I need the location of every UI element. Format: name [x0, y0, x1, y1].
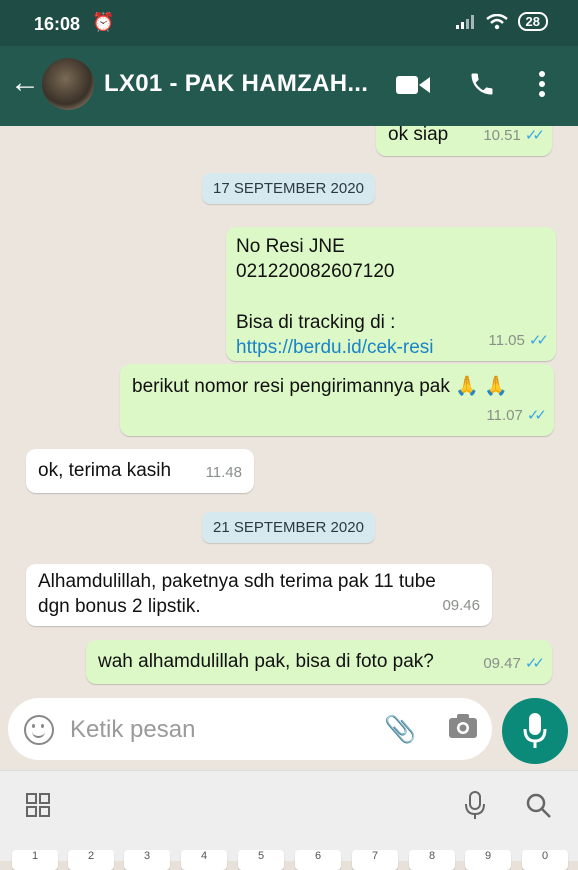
alarm-icon: ⏰ [92, 12, 115, 32]
key-3[interactable]: 3 [124, 850, 170, 870]
message-line: Bisa di tracking di : [236, 312, 396, 333]
message-input-placeholder[interactable]: Ketik pesan [70, 716, 195, 744]
key-2[interactable]: 2 [68, 850, 114, 870]
outgoing-message[interactable]: wah alhamdulillah pak, bisa di foto pak?… [86, 640, 552, 684]
read-ticks-icon: ✓✓ [528, 332, 549, 349]
message-time: 09.47 [483, 655, 521, 672]
outgoing-message[interactable]: berikut nomor resi pengirimannya pak 🙏 🙏… [120, 364, 554, 436]
outgoing-message[interactable]: ok siap 10.51 ✓✓ [376, 126, 552, 156]
status-icons: 28 [455, 12, 548, 31]
key-7[interactable]: 7 [352, 850, 398, 870]
battery-indicator: 28 [517, 12, 548, 31]
key-0[interactable]: 0 [522, 850, 568, 870]
voice-message-button[interactable] [502, 698, 568, 764]
message-time: 10.51 [483, 127, 521, 144]
phone-call-icon[interactable] [468, 70, 496, 98]
message-meta: 11.07 ✓✓ [486, 403, 547, 428]
number-key-row: 1 2 3 4 5 6 7 8 9 0 [0, 838, 578, 870]
message-input-field[interactable]: Ketik pesan 📎 [8, 698, 492, 760]
status-bar: 16:08 ⏰ 28 [0, 0, 578, 46]
search-icon[interactable] [526, 793, 552, 819]
date-separator: 17 SEPTEMBER 2020 [202, 173, 375, 204]
message-meta: 09.47 ✓✓ [483, 651, 545, 676]
more-options-icon[interactable] [538, 70, 546, 98]
voice-input-icon[interactable] [464, 791, 486, 821]
avatar[interactable] [42, 58, 94, 110]
emoji-icon[interactable] [24, 715, 54, 745]
apps-grid-icon[interactable] [26, 793, 50, 817]
back-arrow-icon[interactable]: ← [10, 68, 40, 98]
key-4[interactable]: 4 [181, 850, 227, 870]
attachment-icon[interactable]: 📎 [384, 714, 416, 745]
message-text: ok siap [388, 126, 449, 145]
read-ticks-icon: ✓✓ [526, 407, 547, 424]
message-line: 021220082607120 [236, 261, 395, 282]
chat-header: ← LX01 - PAK HAMZAH... [0, 46, 578, 126]
message-text: wah alhamdulillah pak, bisa di foto pak? [98, 651, 434, 672]
message-line: Alhamdulillah, paketnya sdh terima pak 1… [38, 571, 436, 592]
key-5[interactable]: 5 [238, 850, 284, 870]
key-9[interactable]: 9 [465, 850, 511, 870]
message-text: Alhamdulillah, paketnya sdh terima pak 1… [38, 569, 436, 619]
read-ticks-icon: ✓✓ [524, 655, 545, 672]
microphone-icon [523, 713, 547, 748]
message-text: No Resi JNE 021220082607120 Bisa di trac… [236, 234, 433, 360]
message-time: 11.48 [205, 464, 242, 481]
message-time: 11.05 [488, 332, 525, 349]
chat-area[interactable]: ok siap 10.51 ✓✓ 17 SEPTEMBER 2020 No Res… [0, 126, 578, 692]
camera-icon[interactable] [448, 713, 478, 739]
read-ticks-icon: ✓✓ [524, 127, 545, 144]
message-text: berikut nomor resi pengirimannya pak 🙏 🙏 [132, 376, 508, 397]
incoming-message[interactable]: ok, terima kasih 11.48 [26, 449, 254, 493]
message-line: No Resi JNE [236, 236, 345, 257]
outgoing-message[interactable]: No Resi JNE 021220082607120 Bisa di trac… [226, 227, 556, 361]
message-text: ok, terima kasih [38, 460, 172, 481]
video-call-icon[interactable] [396, 74, 430, 96]
status-time: 16:08 [34, 14, 81, 34]
date-separator: 21 SEPTEMBER 2020 [202, 512, 375, 543]
input-bar: Ketik pesan 📎 [0, 692, 578, 770]
key-6[interactable]: 6 [295, 850, 341, 870]
incoming-message[interactable]: Alhamdulillah, paketnya sdh terima pak 1… [26, 564, 492, 626]
contact-name[interactable]: LX01 - PAK HAMZAH... [104, 70, 368, 98]
wifi-icon [485, 13, 508, 29]
key-8[interactable]: 8 [409, 850, 455, 870]
message-meta: 10.51 ✓✓ [483, 126, 545, 148]
message-time: 09.46 [442, 597, 480, 614]
signal-icon [455, 14, 474, 29]
message-meta: 11.05 ✓✓ [488, 328, 549, 353]
message-time: 11.07 [486, 407, 523, 424]
tracking-link[interactable]: https://berdu.id/cek-resi [236, 335, 433, 360]
key-1[interactable]: 1 [12, 850, 58, 870]
message-line: dgn bonus 2 lipstik. [38, 596, 201, 617]
